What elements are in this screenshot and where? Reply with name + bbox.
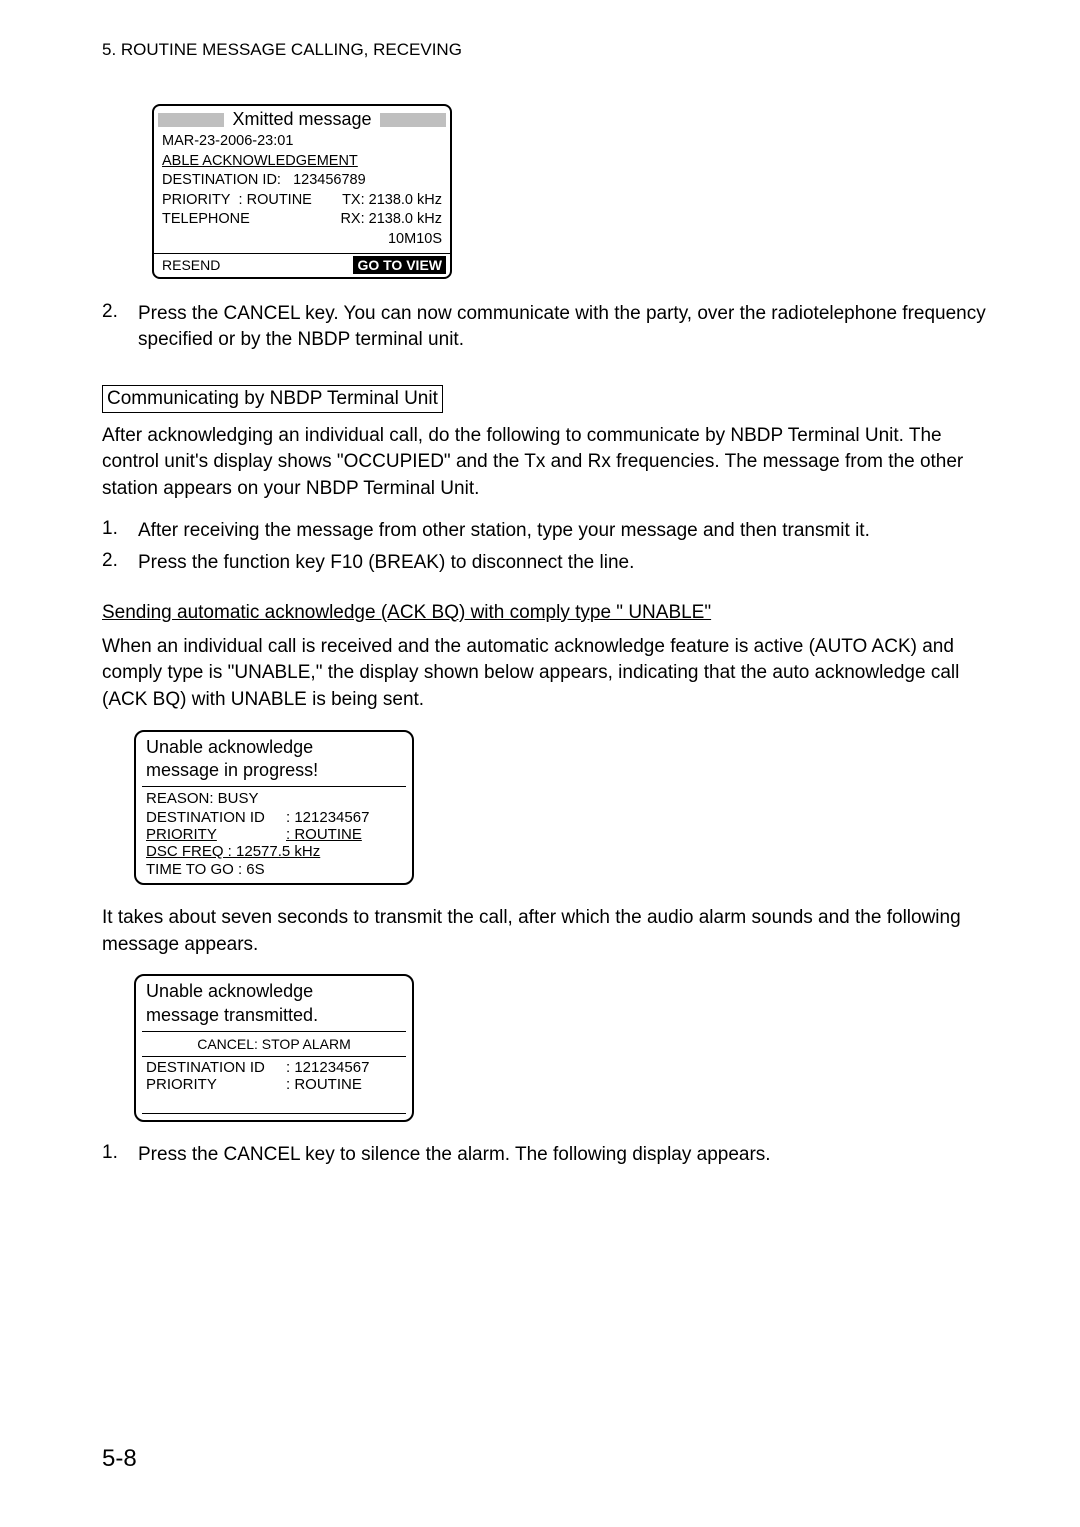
display1-dest-label: DESTINATION ID: [162,172,281,188]
unable-ack-progress-display: Unable acknowledge message in progress! … [134,730,414,886]
nbdp-step-1: 1. After receiving the message from othe… [102,518,1000,544]
xmitted-message-display: Xmitted message MAR-23-2006-23:01 ABLE A… [152,104,452,279]
nbdp-heading-box: Communicating by NBDP Terminal Unit [102,385,443,413]
display2-dest-val: : 121234567 [286,809,369,826]
display1-priority-val: : ROUTINE [239,192,312,208]
number-2: 2. [102,301,138,352]
display1-ack: ABLE ACKNOWLEDGEMENT [162,152,442,172]
nbdp-step-2: 2. Press the function key F10 (BREAK) to… [102,550,1000,576]
display3-line1: Unable acknowledge [146,980,402,1003]
display1-rx: RX: 2138.0 kHz [340,210,442,230]
display2-dest-row: DESTINATION ID : 121234567 [136,809,412,826]
divider [142,1031,406,1032]
display3-dest-label: DESTINATION ID [146,1059,286,1076]
page-header: 5. ROUTINE MESSAGE CALLING, RECEVING [102,40,1000,60]
display2-priority-label: PRIORITY [146,826,286,843]
number-1: 1. [102,518,138,544]
unable-ack-transmitted-display: Unable acknowledge message transmitted. … [134,974,414,1122]
final-step-1: 1. Press the CANCEL key to silence the a… [102,1142,1000,1168]
number-2b: 2. [102,550,138,576]
display2-time: TIME TO GO : 6S [136,860,412,880]
page-number: 5-8 [102,1445,137,1473]
display1-resend: RESEND [162,257,220,273]
display2-line1: Unable acknowledge [146,736,402,759]
display3-priority-row: PRIORITY : ROUTINE [136,1076,412,1093]
display1-priority-row: PRIORITY : ROUTINE TX: 2138.0 kHz [162,191,442,211]
nbdp-paragraph: After acknowledging an individual call, … [102,423,1000,503]
display3-line2: message transmitted. [146,1004,402,1027]
number-1b: 1. [102,1142,138,1168]
display1-timestamp: MAR-23-2006-23:01 [162,132,442,152]
unable-heading: Sending automatic acknowledge (ACK BQ) w… [102,602,1000,624]
display2-line2: message in progress! [146,759,402,782]
display1-priority-label: PRIORITY [162,192,230,208]
display3-dest-row: DESTINATION ID : 121234567 [136,1059,412,1076]
item2-text: Press the CANCEL key. You can now commun… [138,301,1000,352]
final-step-text: Press the CANCEL key to silence the alar… [138,1142,771,1168]
divider [142,1056,406,1057]
display1-title: Xmitted message [224,109,379,130]
display3-cancel: CANCEL: STOP ALARM [136,1034,412,1054]
after-paragraph: It takes about seven seconds to transmit… [102,905,1000,958]
unable-paragraph: When an individual call is received and … [102,634,1000,714]
display3-priority-label: PRIORITY [146,1076,286,1093]
display1-timer: 10M10S [162,230,442,250]
divider [142,786,406,787]
display2-reason: REASON: BUSY [136,789,412,809]
display3-priority-val: : ROUTINE [286,1076,362,1093]
title-bar-right [380,113,446,127]
nbdp-step2-text: Press the function key F10 (BREAK) to di… [138,550,634,576]
display3-dest-val: : 121234567 [286,1059,369,1076]
list-item-2: 2. Press the CANCEL key. You can now com… [102,301,1000,352]
title-bar-left [158,113,224,127]
display1-telephone: TELEPHONE [162,210,250,230]
divider [142,1113,406,1114]
display2-priority-row: PRIORITY : ROUTINE [136,826,412,843]
nbdp-step1-text: After receiving the message from other s… [138,518,870,544]
display2-dsc: DSC FREQ : 12577.5 kHz [136,843,412,860]
display1-telephone-row: TELEPHONE RX: 2138.0 kHz [162,210,442,230]
display2-dest-label: DESTINATION ID [146,809,286,826]
display1-goto: GO TO VIEW [353,256,446,274]
display1-dest-row: DESTINATION ID: 123456789 [162,171,442,191]
display2-priority-val: : ROUTINE [286,826,362,843]
display1-dest-val: 123456789 [293,172,366,188]
display1-tx: TX: 2138.0 kHz [342,191,442,211]
